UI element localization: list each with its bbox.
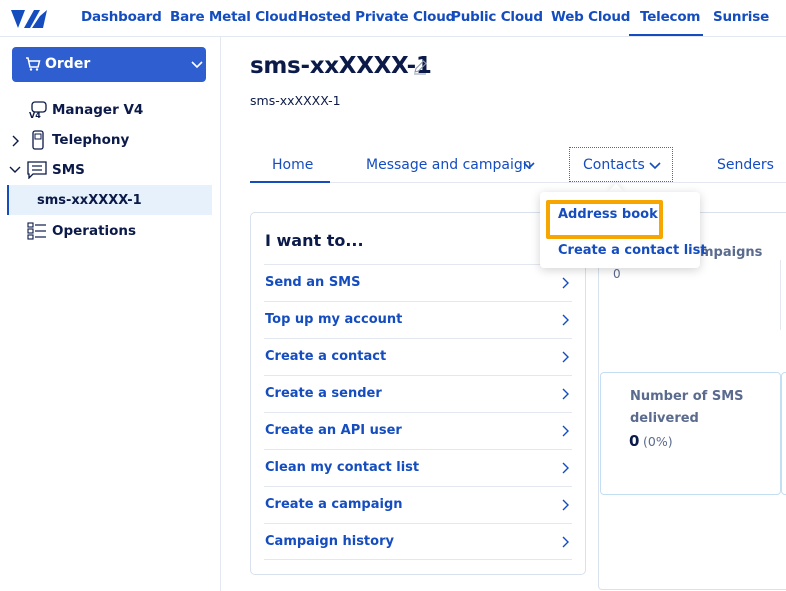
delivered-value: 0	[629, 432, 640, 450]
panel-divider	[780, 260, 781, 330]
order-button-label: Order	[45, 56, 91, 72]
action-label: Send an SMS	[265, 275, 361, 290]
delivered-percentage: (0%)	[643, 434, 673, 449]
tab-message-and-campaign[interactable]: Message and campaign	[366, 157, 532, 173]
nav-telecom[interactable]: Telecom	[629, 0, 703, 36]
card-title: I want to...	[265, 231, 364, 250]
sidebar-item-sms-service[interactable]: sms-xxXXXX-1	[9, 187, 212, 215]
sidebar: Order V4 Manager V4 Telephony SMS sms-xx…	[0, 37, 221, 591]
chevron-right-icon	[562, 388, 569, 400]
svg-text:V4: V4	[29, 111, 41, 119]
chevron-right-icon[interactable]	[10, 135, 20, 147]
tab-senders[interactable]: Senders	[717, 157, 774, 173]
nav-dashboard[interactable]: Dashboard	[81, 0, 162, 36]
campaigns-stat-label: mpaigns	[700, 245, 763, 260]
manager-v4-icon: V4	[29, 101, 47, 119]
sidebar-item-operations[interactable]: Operations	[0, 217, 221, 245]
nav-web-cloud[interactable]: Web Cloud	[551, 0, 630, 36]
chevron-right-icon	[562, 277, 569, 289]
action-label: Create an API user	[265, 423, 402, 438]
tabs-divider	[250, 182, 786, 183]
chevron-right-icon	[562, 536, 569, 548]
action-label: Top up my account	[265, 312, 403, 327]
nav-bare-metal-cloud[interactable]: Bare Metal Cloud	[170, 0, 297, 36]
action-top-up-account[interactable]: Top up my account	[264, 301, 572, 338]
action-create-campaign[interactable]: Create a campaign	[264, 486, 572, 523]
action-create-sender[interactable]: Create a sender	[264, 375, 572, 412]
chevron-down-icon	[191, 61, 203, 69]
phone-icon	[32, 130, 44, 150]
ovh-logo-icon[interactable]	[10, 8, 48, 30]
action-campaign-history[interactable]: Campaign history	[264, 523, 572, 560]
next-stat-panel	[781, 372, 786, 495]
action-create-api-user[interactable]: Create an API user	[264, 412, 572, 449]
chevron-right-icon	[562, 351, 569, 363]
action-label: Campaign history	[265, 534, 394, 549]
chevron-right-icon	[562, 425, 569, 437]
action-create-contact[interactable]: Create a contact	[264, 338, 572, 375]
menu-item-address-book[interactable]: Address book	[558, 207, 658, 222]
nav-sunrise[interactable]: Sunrise	[713, 0, 769, 36]
page-subtitle: sms-xxXXXX-1	[250, 93, 341, 108]
sidebar-item-sms[interactable]: SMS	[0, 156, 221, 184]
operations-icon	[27, 222, 46, 240]
chevron-right-icon	[562, 314, 569, 326]
sidebar-item-label: Operations	[52, 223, 137, 239]
tab-contacts[interactable]: Contacts	[583, 157, 645, 173]
action-label: Clean my contact list	[265, 460, 420, 475]
campaigns-stat-value: 0	[613, 267, 621, 281]
menu-item-create-contact-list[interactable]: Create a contact list	[558, 243, 707, 258]
cart-icon	[26, 57, 41, 71]
sms-icon	[27, 161, 47, 179]
sidebar-item-label: sms-xxXXXX-1	[37, 193, 142, 208]
sidebar-item-label: Telephony	[52, 132, 130, 148]
nav-hosted-private-cloud[interactable]: Hosted Private Cloud	[298, 0, 455, 36]
chevron-down-icon[interactable]	[522, 159, 536, 173]
chevron-right-icon	[562, 462, 569, 474]
top-navigation: Dashboard Bare Metal Cloud Hosted Privat…	[0, 0, 786, 37]
action-send-sms[interactable]: Send an SMS	[264, 264, 572, 301]
action-clean-contact-list[interactable]: Clean my contact list	[264, 449, 572, 486]
nav-public-cloud[interactable]: Public Cloud	[451, 0, 543, 36]
chevron-right-icon	[562, 499, 569, 511]
pencil-edit-icon[interactable]	[412, 59, 428, 75]
sidebar-item-label: SMS	[52, 162, 85, 178]
sidebar-item-label: Manager V4	[52, 102, 144, 118]
action-label: Create a campaign	[265, 497, 403, 512]
delivered-label-line2: delivered	[630, 411, 699, 426]
chevron-down-icon[interactable]	[9, 165, 21, 175]
delivered-label-line1: Number of SMS	[630, 389, 744, 404]
order-button[interactable]: Order	[12, 47, 206, 82]
action-label: Create a sender	[265, 386, 382, 401]
tab-home[interactable]: Home	[272, 157, 313, 173]
chevron-down-icon[interactable]	[648, 159, 662, 173]
active-tab-indicator	[250, 181, 330, 183]
page-title: sms-xxXXXX-1	[250, 53, 432, 79]
action-label: Create a contact	[265, 349, 387, 364]
sidebar-item-manager-v4[interactable]: V4 Manager V4	[0, 96, 221, 124]
sidebar-item-telephony[interactable]: Telephony	[0, 126, 221, 154]
